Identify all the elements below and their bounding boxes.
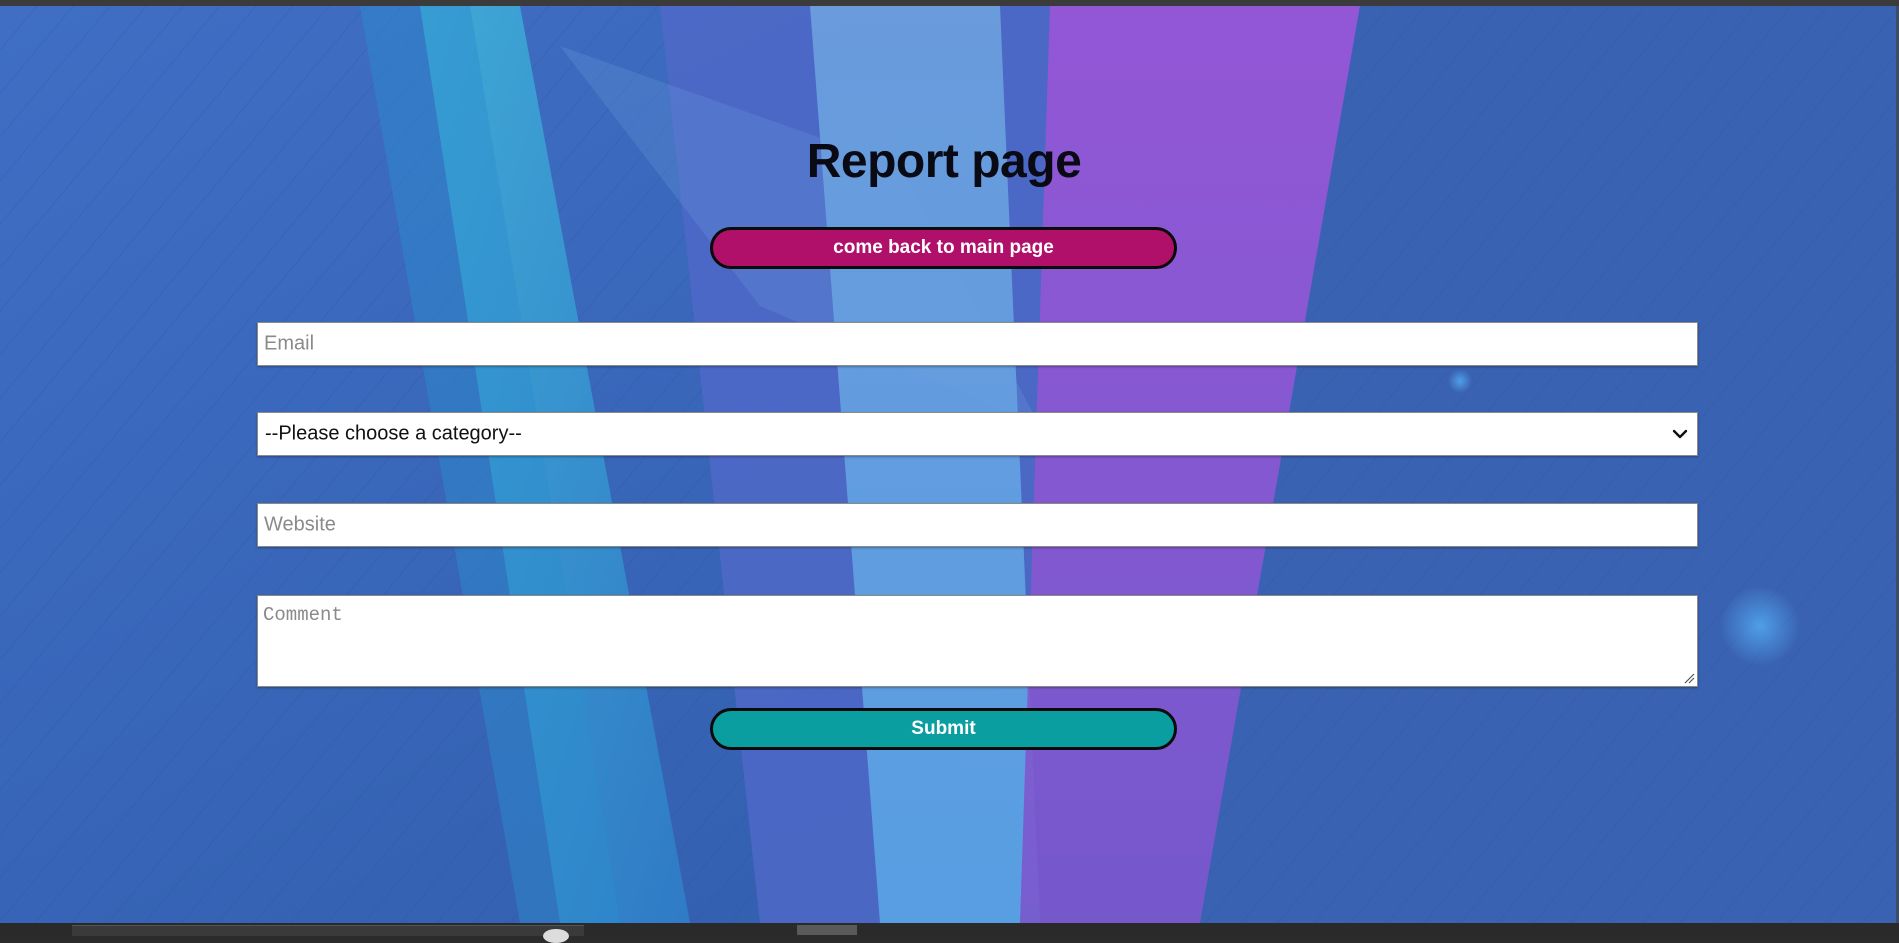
taskbar-segment [797,925,857,935]
website-placeholder: Website [264,513,336,536]
email-placeholder: Email [264,332,315,355]
page-title: Report page [806,135,1082,188]
taskbar-indicator [543,929,569,943]
taskbar-strip [0,923,1899,943]
comment-textarea[interactable]: Comment [257,595,1698,687]
category-select[interactable]: --Please choose a category-- [257,412,1698,456]
chevron-down-icon [1672,429,1688,439]
back-to-main-page-button[interactable]: come back to main page [710,227,1177,269]
website-input[interactable]: Website [257,503,1698,547]
resize-grip-icon[interactable] [1683,672,1695,684]
comment-placeholder: Comment [263,604,343,626]
taskbar-segment [72,925,584,936]
submit-button[interactable]: Submit [710,708,1177,750]
report-page: Report page come back to main page Email… [0,6,1899,923]
category-selected-value: --Please choose a category-- [265,422,522,445]
email-input[interactable]: Email [257,322,1698,366]
